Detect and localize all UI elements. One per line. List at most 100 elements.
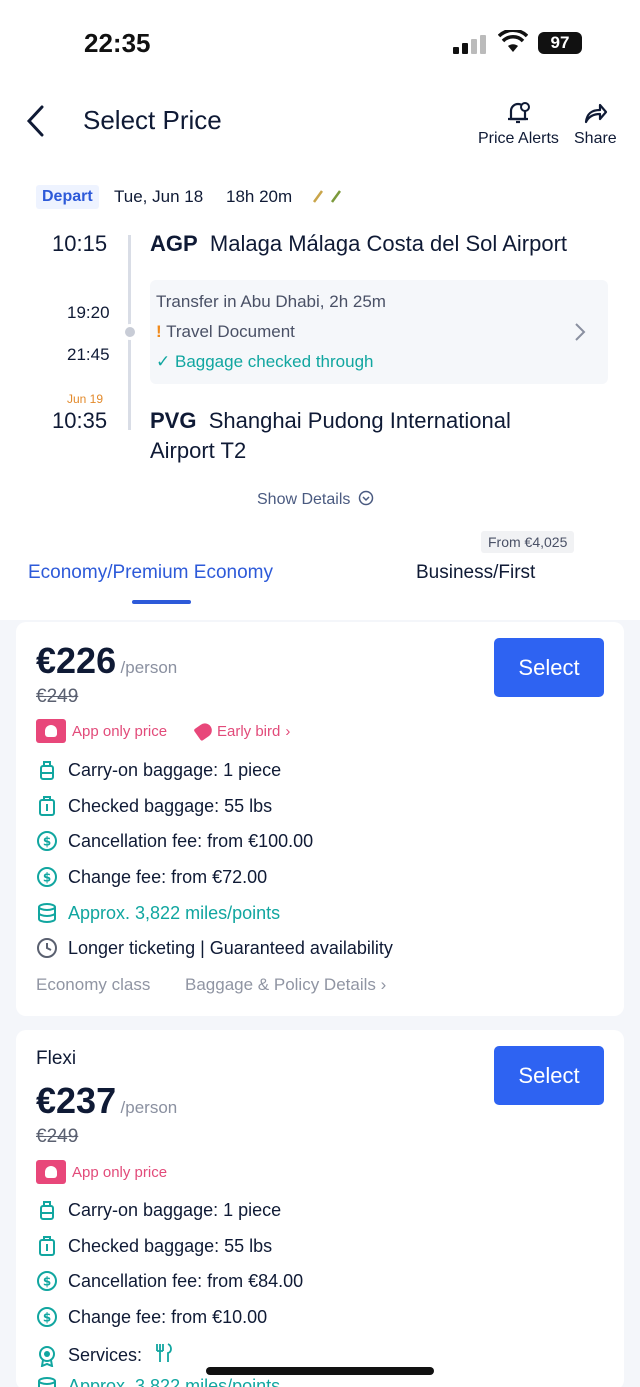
- chevron-right-icon: ›: [285, 722, 291, 740]
- feature-ticketing: Longer ticketing | Guaranteed availabili…: [36, 937, 393, 959]
- arrival-code: PVG: [150, 408, 197, 433]
- coins-icon: [36, 1376, 58, 1387]
- app-only-badge: App only price: [36, 1160, 167, 1184]
- app-icon: [36, 719, 66, 743]
- transfer-arrival-time: 19:20: [67, 303, 110, 322]
- fare-price: €226 /person: [36, 640, 177, 682]
- tab-indicator: [132, 600, 191, 604]
- travel-document-label: Travel Document: [166, 322, 295, 341]
- transfer-text: Transfer in Abu Dhabi, 2h 25m: [156, 292, 386, 311]
- checked-bag-icon: [36, 795, 58, 817]
- money-icon: $: [36, 866, 58, 888]
- per-person-label: /person: [120, 1098, 178, 1117]
- fare-price: €237 /person: [36, 1080, 177, 1122]
- feature-cancellation: $ Cancellation fee: from €100.00: [36, 830, 313, 852]
- tag-icon: [193, 720, 215, 742]
- feature-label: Change fee: from €72.00: [68, 866, 268, 887]
- feature-label: Carry-on baggage: 1 piece: [68, 759, 282, 780]
- baggage-through: ✓ Baggage checked through: [156, 352, 373, 372]
- show-details-link[interactable]: Show Details: [257, 490, 374, 509]
- next-day-label: Jun 19: [67, 392, 104, 406]
- departure-time: 10:15: [52, 231, 108, 256]
- select-button[interactable]: Select: [494, 1046, 604, 1105]
- feature-carry-on: Carry-on baggage: 1 piece: [36, 1199, 281, 1221]
- tab-business[interactable]: Business/First: [416, 562, 535, 584]
- wifi-icon: [497, 28, 529, 59]
- select-button[interactable]: Select: [494, 638, 604, 697]
- page-title: Select Price: [83, 105, 222, 135]
- battery-icon: 97: [538, 32, 582, 54]
- bell-icon: [508, 102, 531, 124]
- cabin-class: Economy class: [36, 975, 151, 994]
- business-from-price: From €4,025: [481, 531, 575, 553]
- svg-text:$: $: [43, 871, 51, 885]
- per-person-label: /person: [120, 658, 178, 677]
- back-button[interactable]: [24, 104, 48, 143]
- feature-label: Checked baggage: 55 lbs: [68, 795, 273, 816]
- feature-label: Cancellation fee: from €84.00: [68, 1270, 304, 1291]
- checked-bag-icon: [36, 1235, 58, 1257]
- transfer-info-panel[interactable]: Transfer in Abu Dhabi, 2h 25m ! Travel D…: [150, 280, 608, 384]
- price-alerts-button[interactable]: Price Alerts: [478, 100, 559, 148]
- transfer-departure-time: 21:45: [67, 345, 110, 364]
- feature-checked: Checked baggage: 55 lbs: [36, 1235, 272, 1257]
- status-time: 22:35: [84, 28, 151, 58]
- fare-price-value: €237: [36, 1080, 117, 1121]
- share-icon: [585, 103, 608, 124]
- feature-miles: Approx. 3,822 miles/points: [36, 902, 280, 924]
- arrival-airport-name-2: Airport T2: [150, 438, 247, 463]
- svg-text:$: $: [43, 1311, 51, 1325]
- feature-label: Approx. 3,822 miles/points: [68, 902, 281, 923]
- home-indicator: [206, 1367, 434, 1375]
- baggage-through-label: Baggage checked through: [174, 352, 374, 371]
- feature-label: Checked baggage: 55 lbs: [68, 1235, 273, 1256]
- arrival-airport-name: Shanghai Pudong International: [208, 408, 511, 433]
- flight-date: Tue, Jun 18: [114, 187, 204, 206]
- feature-label: Services:: [68, 1345, 143, 1365]
- share-label: Share: [574, 130, 617, 147]
- feature-services: Services:: [36, 1342, 174, 1369]
- app-only-label: App only price: [72, 722, 168, 740]
- depart-tag: Depart: [36, 185, 99, 209]
- chevron-right-icon: ›: [380, 975, 387, 994]
- flight-duration: 18h 20m: [226, 187, 293, 206]
- app-only-label: App only price: [72, 1163, 168, 1181]
- fare-price-value: €226: [36, 640, 117, 681]
- signal-icon: [453, 34, 489, 54]
- app-icon: [36, 1160, 66, 1184]
- feature-carry-on: Carry-on baggage: 1 piece: [36, 759, 281, 781]
- early-bird-label: Early bird: [217, 722, 281, 740]
- arrival-airport: PVG Shanghai Pudong International Airpor…: [150, 406, 511, 466]
- arrival-time: 10:35: [52, 408, 108, 433]
- travel-document: ! Travel Document: [156, 322, 295, 342]
- carry-on-bag-icon: [36, 1199, 58, 1221]
- money-icon: $: [36, 1270, 58, 1292]
- price-alerts-label: Price Alerts: [478, 130, 559, 147]
- early-bird-badge[interactable]: Early bird ›: [193, 719, 291, 743]
- svg-text:$: $: [43, 835, 51, 849]
- baggage-policy-link[interactable]: Baggage & Policy Details ›: [185, 975, 386, 995]
- warning-icon: !: [156, 322, 162, 341]
- feature-label: Change fee: from €10.00: [68, 1306, 268, 1327]
- feature-label: Longer ticketing | Guaranteed availabili…: [68, 937, 393, 958]
- feature-cancellation: $ Cancellation fee: from €84.00: [36, 1270, 303, 1292]
- feature-change: $ Change fee: from €10.00: [36, 1306, 267, 1328]
- chevron-right-icon: [574, 322, 586, 347]
- share-button[interactable]: Share: [574, 100, 617, 148]
- airline-logo-icon: [312, 188, 344, 209]
- feature-checked: Checked baggage: 55 lbs: [36, 795, 272, 817]
- feature-change: $ Change fee: from €72.00: [36, 866, 267, 888]
- chevron-left-icon: [26, 105, 44, 137]
- carry-on-bag-icon: [36, 759, 58, 781]
- departure-airport: AGP Malaga Málaga Costa del Sol Airport: [150, 229, 567, 259]
- clock-icon: [36, 937, 58, 959]
- chevron-down-circle-icon: [358, 490, 374, 506]
- money-icon: $: [36, 830, 58, 852]
- feature-label: Carry-on baggage: 1 piece: [68, 1199, 282, 1220]
- money-icon: $: [36, 1306, 58, 1328]
- fare-name: Flexi: [36, 1048, 77, 1069]
- transfer-dot: [122, 324, 138, 340]
- tab-economy[interactable]: Economy/Premium Economy: [28, 562, 273, 584]
- show-details-label: Show Details: [257, 491, 351, 508]
- feature-label: Cancellation fee: from €100.00: [68, 830, 314, 851]
